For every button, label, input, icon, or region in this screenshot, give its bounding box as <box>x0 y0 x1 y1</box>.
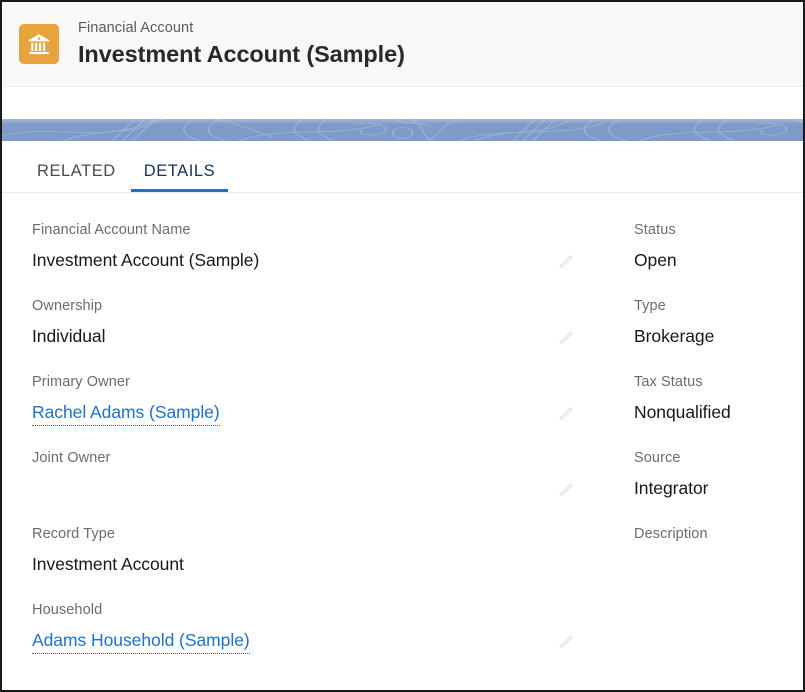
field-label: Tax Status <box>634 374 703 390</box>
field-ownership: Ownership Individual <box>32 297 612 373</box>
edit-pencil-icon[interactable] <box>556 631 578 653</box>
field-label: Record Type <box>32 526 116 542</box>
header-text-group: Financial Account Investment Account (Sa… <box>78 20 405 68</box>
field-status: Status Open <box>634 221 803 297</box>
field-description: Description <box>634 525 803 601</box>
edit-pencil-icon[interactable] <box>556 327 578 349</box>
field-financial-account-name: Financial Account Name Investment Accoun… <box>32 221 612 297</box>
field-label: Source <box>634 450 681 466</box>
bank-building-icon <box>19 24 59 64</box>
field-household: Household Adams Household (Sample) <box>32 601 612 677</box>
decorative-banner <box>2 119 803 141</box>
field-value: Investment Account <box>32 553 184 574</box>
tab-details[interactable]: DETAILS <box>130 162 229 192</box>
record-detail-page: Financial Account Investment Account (Sa… <box>0 0 805 692</box>
field-tax-status: Tax Status Nonqualified <box>634 373 803 449</box>
field-value: Integrator <box>634 477 709 498</box>
primary-owner-link[interactable]: Rachel Adams (Sample) <box>32 400 220 427</box>
field-value: Nonqualified <box>634 401 731 422</box>
field-source: Source Integrator <box>634 449 803 525</box>
field-label: Financial Account Name <box>32 222 191 238</box>
field-value: Individual <box>32 325 106 346</box>
field-value <box>634 552 803 576</box>
header-spacer <box>2 87 803 119</box>
record-header: Financial Account Investment Account (Sa… <box>2 2 803 87</box>
details-panel: Financial Account Name Investment Accoun… <box>2 193 803 677</box>
household-link[interactable]: Adams Household (Sample) <box>32 628 250 655</box>
field-joint-owner: Joint Owner <box>32 449 612 525</box>
field-record-type: Record Type Investment Account <box>32 525 612 601</box>
details-right-column: Status Open Type Brokerage Tax Status No… <box>622 221 803 677</box>
edit-pencil-icon[interactable] <box>556 251 578 273</box>
field-value: Open <box>634 249 677 270</box>
field-label: Primary Owner <box>32 374 130 390</box>
page-title: Investment Account (Sample) <box>78 40 405 67</box>
banner-sheen <box>2 119 803 124</box>
tab-related[interactable]: RELATED <box>23 162 130 192</box>
entity-type-label: Financial Account <box>78 20 194 37</box>
details-left-column: Financial Account Name Investment Accoun… <box>2 221 622 677</box>
field-label: Status <box>634 222 676 238</box>
field-label: Household <box>32 602 103 618</box>
field-grid: Financial Account Name Investment Accoun… <box>2 221 803 677</box>
field-value: Brokerage <box>634 325 715 346</box>
field-label: Joint Owner <box>32 450 111 466</box>
field-type: Type Brokerage <box>634 297 803 373</box>
edit-pencil-icon[interactable] <box>556 479 578 501</box>
field-primary-owner: Primary Owner Rachel Adams (Sample) <box>32 373 612 449</box>
field-value: Investment Account (Sample) <box>32 249 260 270</box>
record-tab-bar: RELATED DETAILS <box>2 141 803 193</box>
field-label: Description <box>634 526 708 542</box>
field-label: Type <box>634 298 666 314</box>
field-value <box>32 476 612 500</box>
field-label: Ownership <box>32 298 103 314</box>
edit-pencil-icon[interactable] <box>556 403 578 425</box>
